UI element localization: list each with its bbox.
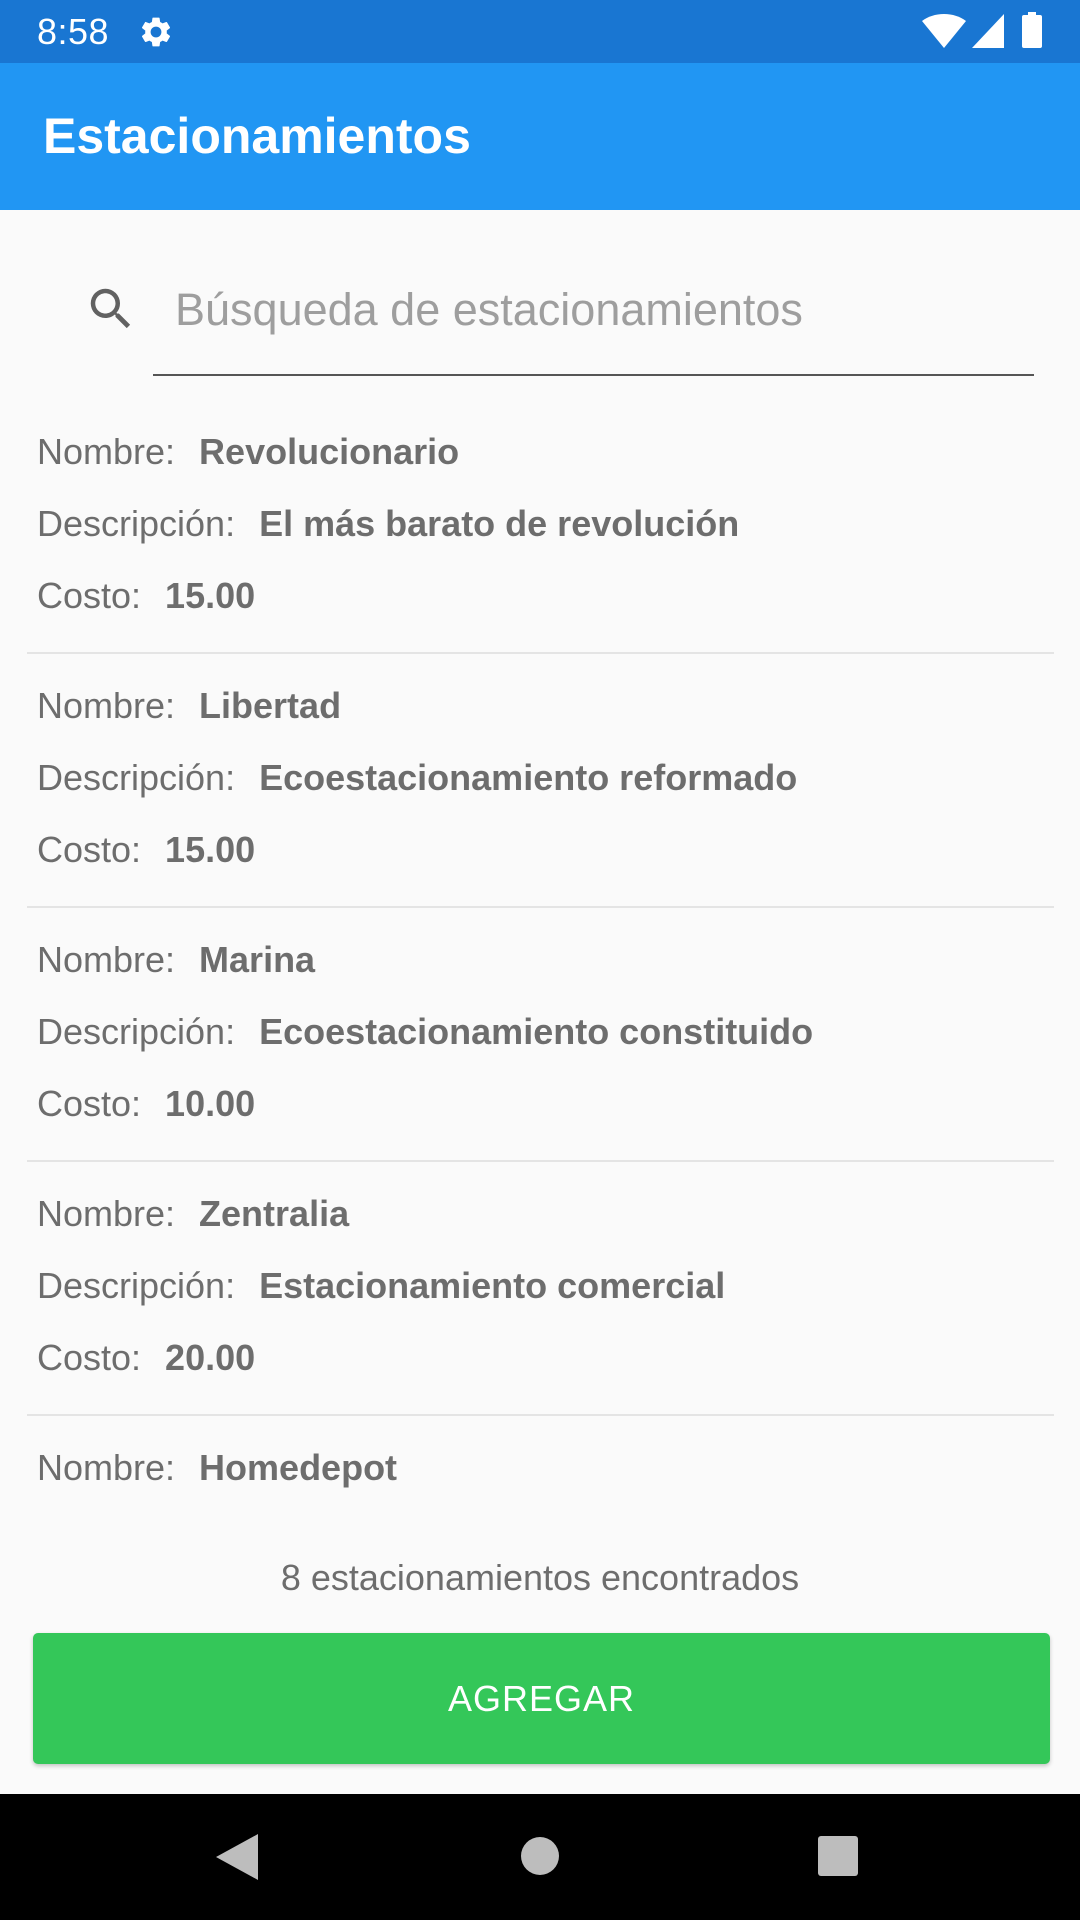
description-label: Descripción:: [37, 503, 236, 544]
battery-icon: [1022, 12, 1042, 48]
description-value: Ecoestacionamiento constituido: [259, 1011, 814, 1052]
cost-label: Costo:: [37, 829, 142, 870]
list-item[interactable]: Nombre: Homedepot Descripción:: [0, 1416, 1080, 1525]
name-value: Zentralia: [199, 1193, 350, 1234]
cost-value: 10.00: [165, 1083, 256, 1124]
gear-icon: [141, 17, 171, 47]
wifi-icon: [922, 14, 966, 48]
cost-value: 15.00: [165, 829, 256, 870]
status-time: 8:58: [37, 11, 110, 52]
list-item[interactable]: Nombre: Revolucionario Descripción: El más…: [0, 400, 1080, 654]
cost-row: Costo: 15.00: [37, 814, 255, 886]
back-icon[interactable]: [216, 1834, 258, 1880]
recents-icon[interactable]: [818, 1836, 858, 1876]
description-row: Descripción: El más barato de revolución: [37, 488, 739, 560]
app-bar: Estacionamientos: [0, 63, 1080, 210]
description-row: Descripción: Ecoestacionamiento reformado: [37, 742, 797, 814]
name-value: Revolucionario: [199, 431, 460, 472]
cost-label: Costo:: [37, 1083, 142, 1124]
list-item[interactable]: Nombre: Zentralia Descripción: Estacionami…: [0, 1162, 1080, 1416]
cost-value: 20.00: [165, 1337, 256, 1378]
name-label: Nombre:: [37, 685, 176, 726]
signal-icon: [972, 14, 1004, 48]
cost-label: Costo:: [37, 1337, 142, 1378]
search-icon: [90, 288, 131, 329]
name-row: Nombre: Zentralia: [37, 1178, 349, 1250]
search-underline: [153, 374, 1034, 376]
description-value: El más barato de revolución: [259, 503, 740, 544]
name-row: Nombre: Marina: [37, 924, 315, 996]
name-label: Nombre:: [37, 1447, 176, 1488]
description-label: Descripción:: [37, 1011, 236, 1052]
name-label: Nombre:: [37, 1193, 176, 1234]
home-icon[interactable]: [520, 1836, 560, 1876]
description-row: Descripción: Estacionamiento comercial: [37, 1250, 725, 1322]
name-row: Nombre: Revolucionario: [37, 416, 459, 488]
description-row: Descripción: Ecoestacionamiento constitui…: [37, 996, 813, 1068]
cost-value: 15.00: [165, 575, 256, 616]
name-label: Nombre:: [37, 939, 176, 980]
parking-list[interactable]: Nombre: Revolucionario Descripción: El más…: [0, 400, 1080, 1525]
list-item[interactable]: Nombre: Marina Descripción: Ecoestacionami…: [0, 908, 1080, 1162]
description-label: Descripción:: [37, 1519, 235, 1525]
cost-label: Costo:: [37, 575, 142, 616]
add-button[interactable]: AGREGAR: [33, 1633, 1050, 1764]
cost-row: Costo: 15.00: [37, 560, 255, 632]
description-value: Estacionamiento comercial: [259, 1265, 726, 1306]
name-row: Nombre: Libertad: [37, 670, 341, 742]
list-item[interactable]: Nombre: Libertad Descripción: Ecoestaciona…: [0, 654, 1080, 908]
status-bar: 8:58: [0, 0, 1080, 63]
description-label: Descripción:: [37, 1265, 236, 1306]
cost-row: Costo: 20.00: [37, 1322, 255, 1394]
name-value: Marina: [199, 939, 316, 980]
description-value: Ecoestacionamiento reformado: [259, 757, 798, 798]
name-row: Nombre: Homedepot: [37, 1432, 397, 1504]
page-title: Estacionamientos: [43, 108, 471, 164]
navigation-bar: [0, 1794, 1080, 1920]
cost-row: Costo: 10.00: [37, 1068, 255, 1140]
search-input[interactable]: [153, 270, 1033, 350]
name-label: Nombre:: [37, 431, 176, 472]
results-count: 8 estacionamientos encontrados: [280, 1557, 800, 1598]
name-value: Homedepot: [199, 1447, 398, 1488]
name-value: Libertad: [199, 685, 342, 726]
description-label: Descripción:: [37, 757, 236, 798]
description-row: Descripción:: [37, 1504, 235, 1525]
